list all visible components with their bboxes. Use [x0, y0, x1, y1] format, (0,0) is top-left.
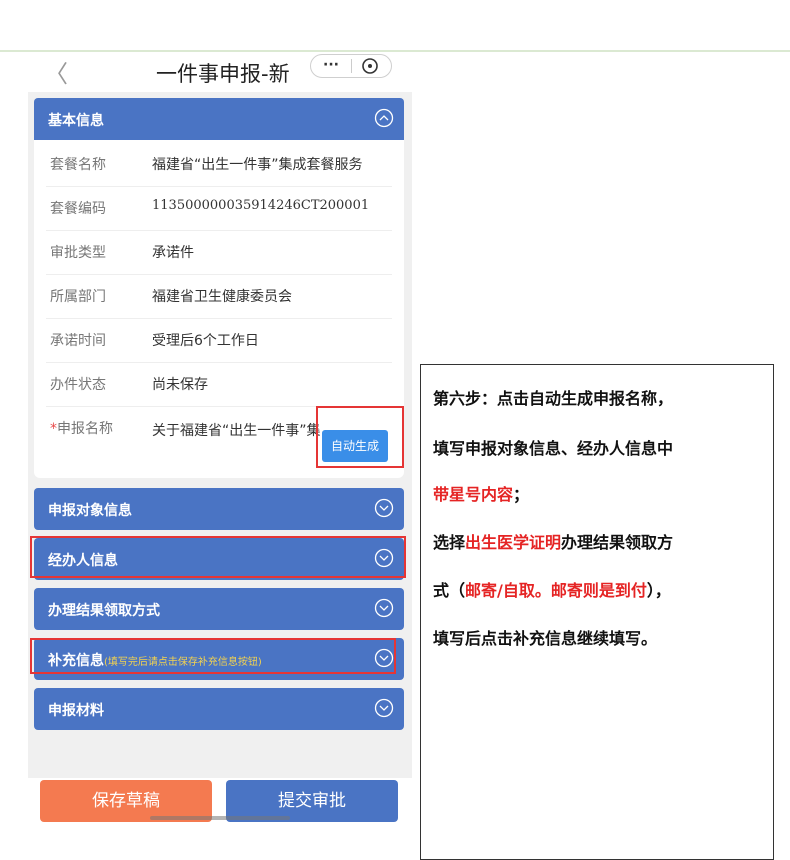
chevron-down-icon[interactable]: [374, 698, 394, 718]
home-indicator: [150, 816, 290, 820]
chevron-up-icon[interactable]: [374, 108, 394, 128]
section-applicant-info[interactable]: 申报对象信息: [34, 488, 404, 530]
instruction-line: 第六步：点击自动生成申报名称，: [433, 389, 674, 408]
row-label: 承诺时间: [50, 333, 106, 349]
apply-name-input[interactable]: 关于福建省“出生一件事”集: [152, 420, 324, 440]
row-value: 福建省“出生一件事”集成套餐服务: [152, 157, 363, 173]
row-label: 套餐名称: [50, 157, 106, 173]
row-value: 113500000035914246CT200001: [152, 198, 370, 213]
info-row-department: 所属部门 福建省卫生健康委员会: [46, 274, 392, 319]
info-row-package-code: 套餐编码 113500000035914246CT200001: [46, 186, 392, 231]
apply-name-label: 申报名称: [57, 421, 113, 437]
highlight-auto-generate: [316, 406, 404, 468]
row-value: 承诺件: [152, 245, 194, 261]
mini-program-capsule: ···: [310, 54, 392, 78]
section-title: 申报对象信息: [48, 503, 132, 519]
instruction-text: ），: [646, 581, 671, 600]
instruction-emphasis: 邮寄/自取。邮寄则是到付: [465, 581, 647, 600]
instruction-line: 选择出生医学证明办理结果领取方: [433, 529, 673, 553]
info-row-status: 办件状态 尚未保存: [46, 362, 392, 407]
section-title: 办理结果领取方式: [48, 603, 160, 619]
section-title: 申报材料: [48, 703, 104, 719]
instruction-line: 填写申报对象信息、经办人信息中: [433, 439, 674, 458]
nav-bar: 〈 一件事申报-新 ···: [28, 52, 412, 92]
instruction-text: 式（: [433, 581, 466, 600]
instruction-line: 带星号内容；: [433, 481, 529, 505]
capsule-divider: [351, 59, 352, 73]
highlight-supplement-info: [30, 638, 396, 674]
phone-screen: 〈 一件事申报-新 ··· 基本信息 套餐名称 福建省“出生一件事”集成套餐服务: [28, 52, 412, 860]
info-row-approval-type: 审批类型 承诺件: [46, 230, 392, 275]
row-value: 福建省卫生健康委员会: [152, 289, 292, 305]
more-dots-icon[interactable]: ···: [323, 55, 339, 75]
instruction-text: 选择: [433, 533, 466, 552]
section-title: 基本信息: [48, 113, 104, 129]
instruction-callout: 第六步：点击自动生成申报名称， 填写申报对象信息、经办人信息中 带星号内容； 选…: [420, 364, 774, 860]
row-label: *申报名称: [50, 418, 113, 438]
required-mark: *: [50, 421, 57, 437]
close-circle-icon[interactable]: [361, 57, 379, 75]
chevron-down-icon[interactable]: [374, 598, 394, 618]
page-title: 一件事申报-新: [156, 62, 290, 86]
instruction-line: 填写后点击补充信息继续填写。: [433, 629, 658, 648]
row-value: 尚未保存: [152, 377, 208, 393]
instruction-emphasis: 带星号内容: [433, 485, 514, 504]
row-value: 受理后6个工作日: [152, 333, 259, 349]
instruction-line: 式（邮寄/自取。邮寄则是到付），: [433, 577, 671, 601]
row-label: 套餐编码: [50, 201, 106, 217]
instruction-emphasis: 出生医学证明: [465, 533, 562, 552]
section-materials[interactable]: 申报材料: [34, 688, 404, 730]
section-result-pickup[interactable]: 办理结果领取方式: [34, 588, 404, 630]
instruction-text: 办理结果领取方: [561, 533, 674, 552]
chevron-left-icon[interactable]: 〈: [44, 54, 68, 89]
row-label: 办件状态: [50, 377, 106, 393]
chevron-down-icon[interactable]: [374, 498, 394, 518]
row-label: 所属部门: [50, 289, 106, 305]
info-row-promise-time: 承诺时间 受理后6个工作日: [46, 318, 392, 363]
section-basic-info[interactable]: 基本信息: [34, 98, 404, 140]
instruction-text: ；: [513, 485, 530, 504]
highlight-handler-info: [30, 536, 406, 578]
info-row-package-name: 套餐名称 福建省“出生一件事”集成套餐服务: [46, 142, 392, 187]
row-label: 审批类型: [50, 245, 106, 261]
